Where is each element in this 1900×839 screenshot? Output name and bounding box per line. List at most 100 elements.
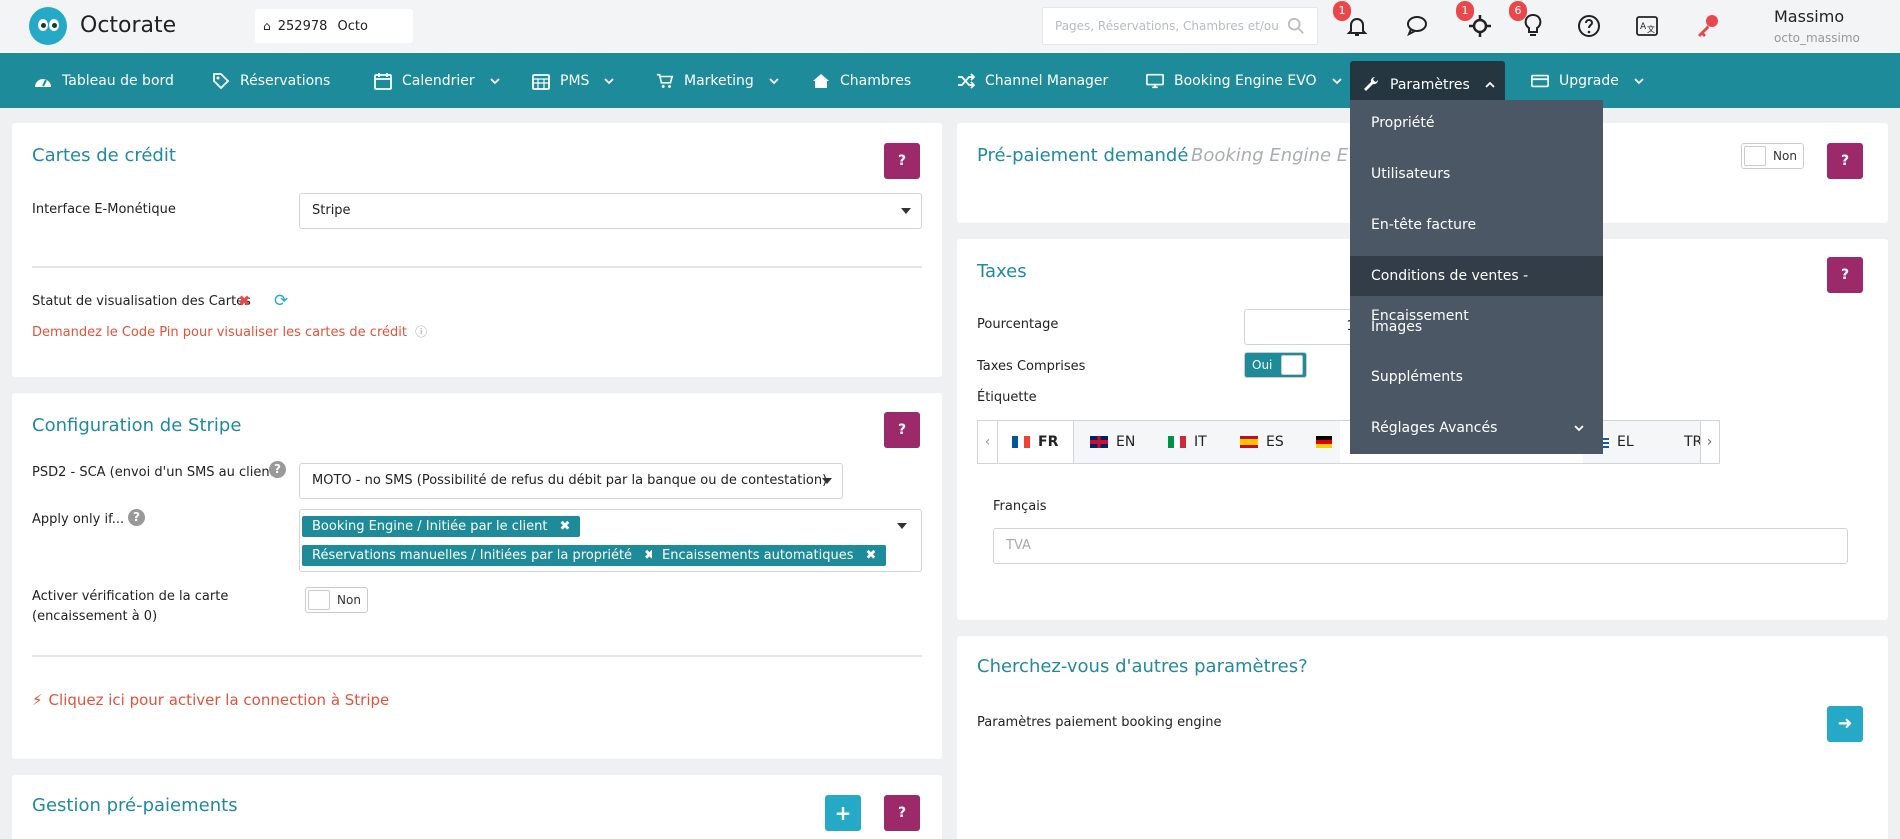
search-icon[interactable] (1287, 17, 1305, 35)
credit-card-icon (1531, 72, 1549, 90)
nav-marketing[interactable]: Marketing (656, 53, 780, 108)
scroll-right-icon[interactable]: › (1700, 421, 1718, 463)
card-title: Cartes de crédit (32, 145, 176, 166)
menu-item-conditions-ventes[interactable]: Conditions de ventes - Encaissement (1350, 256, 1603, 324)
prepay-toggle[interactable]: Non (1741, 143, 1804, 169)
calendar-icon (374, 72, 392, 90)
octorate-logo-icon[interactable] (29, 7, 67, 45)
toggle-label: Non (1773, 149, 1797, 163)
help-button[interactable]: ? (1827, 143, 1863, 179)
crosshair-icon[interactable]: 1 (1456, 1, 1494, 40)
percent-label: Pourcentage (977, 317, 1059, 332)
flag-de-icon (1316, 436, 1332, 448)
help-circle-icon[interactable] (1575, 12, 1603, 40)
chevron-down-icon (1574, 425, 1584, 432)
stripe-connect-link[interactable]: ⚡ Cliquez ici pour activer la connection … (32, 690, 389, 710)
nav-calendrier[interactable]: Calendrier (374, 53, 501, 108)
nav-label: Chambres (840, 72, 912, 89)
language-tabs-overflow: EL TR › (1583, 420, 1720, 464)
property-selector[interactable]: ⌂ 252978 Octo Massimo (255, 9, 413, 68)
caret-down-icon (897, 523, 907, 529)
toggle-knob (308, 590, 330, 610)
toggle-knob (1744, 146, 1766, 166)
lang-tab-tr[interactable]: TR (1668, 421, 1700, 463)
lightbulb-icon[interactable]: 6 (1509, 1, 1547, 40)
help-button[interactable]: ? (884, 795, 920, 831)
nav-pms[interactable]: PMS (532, 53, 615, 108)
nav-chambres[interactable]: Chambres (812, 53, 911, 108)
interface-select[interactable]: Stripe (299, 193, 922, 229)
menu-item-reglages-avances[interactable]: Réglages Avancés (1350, 408, 1603, 448)
verify-label-2: (encaissement à 0) (32, 609, 158, 624)
add-button[interactable]: + (825, 795, 861, 831)
question-icon[interactable]: ? (269, 461, 286, 478)
remove-tag-icon[interactable]: ✖ (559, 519, 570, 534)
translate-icon[interactable]: A文 (1633, 12, 1661, 40)
chevron-down-icon (1634, 77, 1644, 84)
lang-code: IT (1194, 434, 1207, 450)
apply-label: Apply only if... (32, 512, 125, 527)
scroll-left-icon[interactable]: ‹ (978, 421, 998, 463)
lang-code: FR (1038, 434, 1059, 450)
card-subtitle: Booking Engine EVO (1191, 145, 1375, 166)
shuffle-icon (957, 72, 975, 90)
psd2-select[interactable]: MOTO - no SMS (Possibilité de refus du d… (299, 463, 843, 499)
help-button[interactable]: ? (884, 412, 920, 448)
apply-tag: Encaissements automatiques ✖ (652, 545, 887, 566)
lang-tab-it[interactable]: IT (1152, 421, 1224, 463)
verify-label-1: Activer vérification de la carte (32, 589, 229, 604)
verify-card-toggle[interactable]: Non (305, 587, 368, 613)
flag-it-icon (1168, 436, 1186, 448)
lang-code: EN (1116, 434, 1136, 450)
chat-icon[interactable] (1405, 12, 1433, 40)
tag-icon (212, 72, 230, 90)
nav-channel-manager[interactable]: Channel Manager (957, 53, 1108, 108)
nav-booking-engine-evo[interactable]: Booking Engine EVO (1146, 53, 1343, 108)
pin-notice[interactable]: Demandez le Code Pin pour visualiser les… (32, 322, 427, 343)
remove-tag-icon[interactable]: ✖ (865, 548, 876, 563)
key-icon[interactable] (1694, 12, 1722, 40)
search-input[interactable] (1043, 8, 1278, 44)
notification-badge: 1 (1333, 1, 1351, 21)
lang-tab-de[interactable] (1300, 421, 1340, 463)
menu-item-propriete[interactable]: Propriété (1350, 103, 1603, 143)
lang-code: EL (1617, 434, 1634, 450)
lang-tab-en[interactable]: EN (1074, 421, 1152, 463)
menu-item-images[interactable]: Images (1350, 307, 1603, 347)
user-name[interactable]: Massimo (1774, 7, 1844, 26)
nav-reservations[interactable]: Réservations (212, 53, 330, 108)
interface-label: Interface E-Monétique (32, 202, 176, 217)
arrow-right-button[interactable]: ➜ (1827, 706, 1863, 742)
question-icon[interactable]: ? (128, 509, 145, 526)
tag-label: Réservations manuelles / Initiées par la… (312, 548, 633, 563)
tax-label-input[interactable]: TVA (993, 528, 1848, 564)
divider (32, 266, 922, 268)
select-value: Stripe (312, 203, 351, 218)
nav-tableau-de-bord[interactable]: Tableau de bord (34, 53, 174, 108)
refresh-icon[interactable]: ⟳ (274, 291, 288, 311)
credit-cards-card: Cartes de crédit ? Interface E-Monétique… (12, 123, 942, 377)
menu-item-en-tete-facture[interactable]: En-tête facture (1350, 205, 1603, 245)
booking-payment-settings-label: Paramètres paiement booking engine (977, 715, 1222, 730)
bell-icon[interactable]: 1 (1333, 1, 1371, 40)
included-label: Taxes Comprises (977, 359, 1086, 374)
wrench-icon (1362, 76, 1380, 94)
divider (32, 655, 922, 657)
plug-icon: ⚡ (32, 691, 43, 709)
menu-item-utilisateurs[interactable]: Utilisateurs (1350, 154, 1603, 194)
nav-label: Calendrier (402, 72, 475, 89)
nav-label: Paramètres (1390, 76, 1470, 93)
lang-tab-fr[interactable]: FR (998, 421, 1074, 463)
lang-tab-es[interactable]: ES (1224, 421, 1300, 463)
taxes-included-toggle[interactable]: Oui (1244, 352, 1307, 378)
chevron-down-icon (490, 77, 500, 84)
card-title: Configuration de Stripe (32, 415, 242, 436)
menu-item-supplements[interactable]: Suppléments (1350, 357, 1603, 397)
caret-down-icon (901, 208, 911, 214)
user-login: octo_massimo (1774, 31, 1860, 45)
help-button[interactable]: ? (1827, 257, 1863, 293)
close-icon: ✖ (238, 292, 251, 310)
top-header: Octorate ⌂ 252978 Octo Massimo 1 1 6 A文 … (0, 0, 1900, 68)
stripe-config-card: Configuration de Stripe ? PSD2 - SCA (en… (12, 393, 942, 759)
help-button[interactable]: ? (884, 143, 920, 179)
